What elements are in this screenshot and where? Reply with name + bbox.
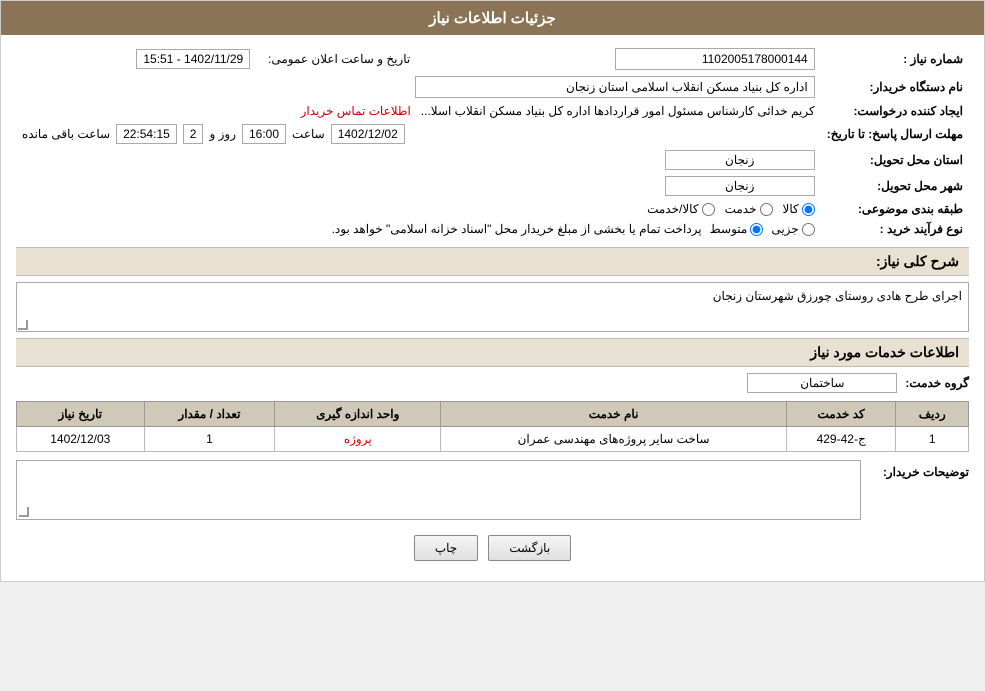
info-table: شماره نیاز : 1102005178000144 تاریخ و سا…	[16, 45, 969, 239]
col-header-date: تاریخ نیاز	[17, 402, 145, 427]
category-label-kala: کالا	[783, 202, 799, 216]
table-cell-1: ج-42-429	[786, 427, 895, 452]
category-radio-khedmat[interactable]	[760, 203, 773, 216]
category-label: طبقه بندی موضوعی:	[821, 199, 969, 219]
service-group-label: گروه خدمت:	[905, 376, 969, 390]
announce-date-value: 1402/11/29 - 15:51	[136, 49, 250, 69]
response-time-label: ساعت	[292, 127, 325, 141]
category-label-both: کالا/خدمت	[647, 202, 698, 216]
delivery-city-value: زنجان	[665, 176, 815, 196]
table-cell-4: 1	[144, 427, 275, 452]
response-deadline-label: مهلت ارسال پاسخ: تا تاریخ:	[821, 121, 969, 147]
col-header-row: ردیف	[896, 402, 969, 427]
table-cell-2: ساخت سایر پروژه‌های مهندسی عمران	[441, 427, 787, 452]
contact-link[interactable]: اطلاعات تماس خریدار	[301, 104, 411, 118]
delivery-city-cell: زنجان	[16, 173, 821, 199]
purchase-type-note: پرداخت تمام یا بخشی از مبلغ خریدار محل "…	[332, 222, 702, 236]
page-wrapper: جزئیات اطلاعات نیاز شماره نیاز : 1102005…	[0, 0, 985, 582]
buyer-notes-resize[interactable]	[19, 507, 29, 517]
delivery-province-cell: زنجان	[16, 147, 821, 173]
page-header: جزئیات اطلاعات نیاز	[1, 1, 984, 35]
buyer-org-value: اداره کل بنیاد مسکن انقلاب اسلامی استان …	[415, 76, 815, 98]
category-option-2[interactable]: خدمت	[725, 202, 773, 216]
category-cell: کالا خدمت کالا/خدمت	[16, 199, 821, 219]
purchase-label-mota: متوسط	[710, 222, 748, 236]
response-days: 2	[183, 124, 204, 144]
purchase-radio-mota[interactable]	[750, 223, 763, 236]
creator-value: کریم خدائی کارشناس مسئول امور قراردادها …	[421, 104, 815, 118]
table-cell-0: 1	[896, 427, 969, 452]
response-time: 16:00	[242, 124, 286, 144]
services-section-header: اطلاعات خدمات مورد نیاز	[16, 338, 969, 367]
announce-date-cell: 1402/11/29 - 15:51	[16, 45, 256, 73]
buyer-org-label: نام دستگاه خریدار:	[821, 73, 969, 101]
col-header-name: نام خدمت	[441, 402, 787, 427]
need-number-value: 1102005178000144	[615, 48, 815, 70]
purchase-radio-jozi[interactable]	[802, 223, 815, 236]
response-days-label: روز و	[209, 127, 236, 141]
response-deadline-cell: 1402/12/02 ساعت 16:00 روز و 2 22:54:15 س…	[16, 121, 821, 147]
category-radio-both[interactable]	[702, 203, 715, 216]
category-radio-kala[interactable]	[802, 203, 815, 216]
need-number-cell: 1102005178000144	[416, 45, 821, 73]
buyer-org-cell: اداره کل بنیاد مسکن انقلاب اسلامی استان …	[16, 73, 821, 101]
back-button[interactable]: بازگشت	[488, 535, 571, 561]
description-section-header: شرح کلی نیاز:	[16, 247, 969, 276]
purchase-label-jozi: جزیی	[771, 222, 798, 236]
col-header-unit: واحد اندازه گیری	[275, 402, 441, 427]
delivery-province-label: استان محل تحویل:	[821, 147, 969, 173]
description-value: اجرای طرح هادی روستای چورزق شهرستان زنجا…	[713, 289, 962, 303]
need-number-label: شماره نیاز :	[821, 45, 969, 73]
button-row: بازگشت چاپ	[16, 535, 969, 561]
purchase-type-option-2[interactable]: متوسط	[710, 222, 764, 236]
buyer-notes-row: توضیحات خریدار:	[16, 460, 969, 520]
buyer-notes-label: توضیحات خریدار:	[869, 460, 969, 479]
response-date: 1402/12/02	[331, 124, 405, 144]
description-section-label: شرح کلی نیاز:	[876, 253, 959, 269]
print-button[interactable]: چاپ	[414, 535, 478, 561]
table-row: 1ج-42-429ساخت سایر پروژه‌های مهندسی عمرا…	[17, 427, 969, 452]
services-table: ردیف کد خدمت نام خدمت واحد اندازه گیری ت…	[16, 401, 969, 452]
delivery-province-value: زنجان	[665, 150, 815, 170]
service-group-row: گروه خدمت: ساختمان	[16, 373, 969, 393]
buyer-notes-box	[16, 460, 861, 520]
creator-cell: کریم خدائی کارشناس مسئول امور قراردادها …	[16, 101, 821, 121]
purchase-type-option-1[interactable]: جزیی	[771, 222, 814, 236]
purchase-type-label: نوع فرآیند خرید :	[821, 219, 969, 239]
description-area: اجرای طرح هادی روستای چورزق شهرستان زنجا…	[16, 282, 969, 332]
page-title: جزئیات اطلاعات نیاز	[429, 10, 556, 27]
col-header-qty: تعداد / مقدار	[144, 402, 275, 427]
delivery-city-label: شهر محل تحویل:	[821, 173, 969, 199]
content-area: شماره نیاز : 1102005178000144 تاریخ و سا…	[1, 35, 984, 581]
resize-handle[interactable]	[18, 320, 28, 330]
col-header-code: کد خدمت	[786, 402, 895, 427]
announce-date-label: تاریخ و ساعت اعلان عمومی:	[256, 45, 416, 73]
description-value-box: اجرای طرح هادی روستای چورزق شهرستان زنجا…	[16, 282, 969, 332]
response-remaining-label: ساعت باقی مانده	[22, 127, 110, 141]
table-cell-5: 1402/12/03	[17, 427, 145, 452]
category-option-3[interactable]: کالا/خدمت	[647, 202, 714, 216]
category-label-khedmat: خدمت	[725, 202, 757, 216]
table-cell-3[interactable]: پروژه	[275, 427, 441, 452]
creator-label: ایجاد کننده درخواست:	[821, 101, 969, 121]
purchase-type-cell: جزیی متوسط پرداخت تمام یا بخشی از مبلغ خ…	[16, 219, 821, 239]
services-section-label: اطلاعات خدمات مورد نیاز	[810, 344, 959, 360]
service-group-value: ساختمان	[747, 373, 897, 393]
response-remaining: 22:54:15	[116, 124, 177, 144]
category-option-1[interactable]: کالا	[783, 202, 815, 216]
